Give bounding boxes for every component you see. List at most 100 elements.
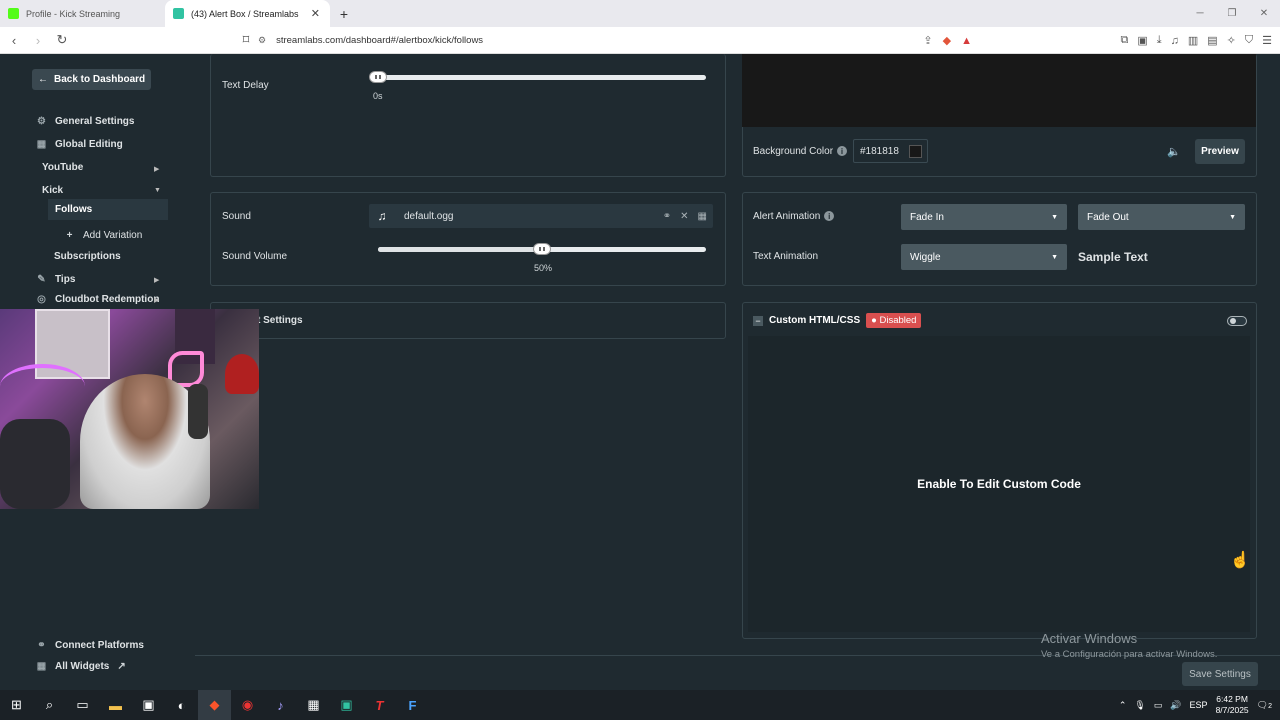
forward-icon[interactable]: ›: [28, 33, 48, 48]
microphone-icon[interactable]: 🎙: [1134, 700, 1145, 711]
alert-animation-label: Alert Animation i: [753, 211, 835, 222]
search-icon[interactable]: ⌕: [33, 690, 66, 720]
window-close-icon[interactable]: ✕: [1248, 0, 1280, 27]
alert-out-animation-select[interactable]: Fade Out ▼: [1078, 204, 1245, 230]
address-bar[interactable]: ⚙ streamlabs.com/dashboard#/alertbox/kic…: [258, 30, 976, 51]
brave-shield-icon[interactable]: ◆: [943, 34, 951, 47]
network-icon[interactable]: ▭: [1154, 700, 1163, 711]
link-icon[interactable]: ⚭: [663, 211, 671, 222]
app-red-icon[interactable]: ◉: [231, 690, 264, 720]
music-icon[interactable]: ♫: [1171, 35, 1179, 47]
tray-chevron-up-icon[interactable]: ⌃: [1119, 700, 1127, 711]
text-delay-slider[interactable]: [370, 72, 706, 82]
tag-icon: ✎: [37, 274, 46, 285]
music-note-icon: ♫: [377, 209, 387, 223]
wallet-icon[interactable]: ▣: [1137, 34, 1147, 47]
info-icon: i: [824, 211, 835, 222]
sidebar-item-all-widgets[interactable]: ▦ All Widgets ↗: [36, 661, 126, 672]
sidebar-icon[interactable]: ▥: [1188, 34, 1198, 47]
webcam-neon-light: [0, 364, 85, 409]
brave-browser-icon[interactable]: ◆: [198, 690, 231, 720]
bookmark-icon[interactable]: ⌑: [236, 32, 256, 48]
sidebar-item-kick[interactable]: Kick: [42, 185, 63, 196]
caret-down-icon: ▼: [1229, 213, 1236, 221]
background-color-field[interactable]: #181818: [853, 139, 928, 163]
color-swatch[interactable]: [909, 144, 922, 158]
wallet2-icon[interactable]: ▤: [1207, 34, 1217, 47]
app-tf-icon[interactable]: T: [363, 690, 396, 720]
calculator-icon[interactable]: ▦: [297, 690, 330, 720]
custom-code-header: − Custom HTML/CSS ● Disabled: [753, 313, 922, 328]
vpn-icon[interactable]: ⛉: [1245, 34, 1253, 47]
webcam-microphone: [188, 384, 208, 439]
restore-icon[interactable]: ❐: [1216, 0, 1248, 27]
download-icon[interactable]: ⤓: [1157, 34, 1162, 47]
webcam-chair: [0, 419, 70, 509]
alert-in-animation-select[interactable]: Fade In ▼: [901, 204, 1067, 230]
start-icon[interactable]: ⊞: [0, 690, 33, 720]
text-animation-select[interactable]: Wiggle ▼: [901, 244, 1067, 270]
sidebar-item-youtube[interactable]: YouTube: [42, 162, 83, 173]
tab-alert-box[interactable]: (43) Alert Box / Streamlabs ✕: [165, 0, 330, 27]
tab-title: (43) Alert Box / Streamlabs: [191, 8, 299, 19]
sidebar-item-tips[interactable]: ✎ Tips: [36, 274, 75, 285]
back-to-dashboard-button[interactable]: ← Back to Dashboard: [32, 69, 152, 90]
language-indicator[interactable]: ESP: [1190, 700, 1208, 710]
text-animation-label: Text Animation: [753, 251, 819, 262]
custom-code-toggle[interactable]: [1227, 316, 1247, 326]
sound-file-field[interactable]: ♫ default.ogg ⚭ ✕ ▦: [369, 204, 713, 228]
sound-volume-label: Sound Volume: [222, 251, 288, 262]
alert-preview-area: [742, 54, 1256, 127]
extensions-icon[interactable]: ⧉: [1120, 34, 1128, 47]
task-view-icon[interactable]: ▭: [66, 690, 99, 720]
caret-down-icon: ▼: [1051, 253, 1058, 261]
tab-kick-profile[interactable]: Profile - Kick Streaming: [0, 0, 165, 27]
app-green-icon[interactable]: ▣: [330, 690, 363, 720]
streamlabs-favicon-icon: [173, 8, 184, 19]
preview-button[interactable]: Preview: [1195, 139, 1245, 164]
site-info-icon[interactable]: ⚙: [258, 35, 266, 46]
menu-icon[interactable]: ☰: [1262, 34, 1272, 47]
sidebar-item-global-editing[interactable]: ▦ Global Editing: [36, 139, 123, 150]
clock[interactable]: 6:42 PM 8/7/2025: [1216, 694, 1249, 716]
share-icon[interactable]: ⇪: [923, 34, 932, 47]
sidebar-item-subscriptions[interactable]: Subscriptions: [54, 251, 121, 262]
external-link-icon: ↗: [117, 661, 126, 672]
sidebar-item-general-settings[interactable]: ⚙ General Settings: [36, 116, 134, 127]
text-delay-panel: [210, 54, 726, 177]
save-settings-button[interactable]: Save Settings: [1182, 662, 1258, 686]
app-purple-icon[interactable]: ♪: [264, 690, 297, 720]
rewards-icon[interactable]: ▲: [961, 35, 972, 47]
speaker-icon[interactable]: 🔈: [1167, 145, 1181, 158]
back-icon[interactable]: ‹: [4, 33, 24, 48]
windows-activation-watermark: Activar Windows Ve a Configuración para …: [1041, 631, 1218, 660]
background-color-label: Background Color i: [753, 146, 848, 157]
text-delay-slider-handle[interactable]: [370, 72, 386, 82]
sound-volume-slider[interactable]: [378, 244, 706, 254]
sidebar-item-cloudbot[interactable]: ◎ Cloudbot Redemption: [36, 294, 159, 305]
minimize-icon[interactable]: ─: [1184, 0, 1216, 27]
volume-icon[interactable]: 🔊: [1170, 700, 1181, 711]
sidebar-item-connect-platforms[interactable]: ⚭ Connect Platforms: [36, 640, 144, 651]
close-tab-icon[interactable]: ✕: [311, 7, 320, 20]
collapse-icon[interactable]: −: [753, 315, 763, 326]
leo-icon[interactable]: ✧: [1227, 34, 1236, 47]
chevron-right-icon: ▶: [154, 166, 160, 173]
new-tab-button[interactable]: +: [330, 0, 358, 27]
app-icon[interactable]: ◐: [165, 690, 198, 720]
sidebar-item-follows[interactable]: Follows: [48, 199, 168, 220]
plus-icon: +: [66, 230, 73, 241]
add-variation-button[interactable]: + Add Variation: [64, 230, 143, 241]
link-icon: ⚭: [37, 640, 46, 651]
app-f-icon[interactable]: F: [396, 690, 429, 720]
reload-icon[interactable]: ↻: [52, 32, 72, 48]
notifications-icon[interactable]: 🗨2: [1257, 700, 1272, 711]
clear-icon[interactable]: ✕: [680, 211, 688, 222]
store-icon[interactable]: ▣: [132, 690, 165, 720]
library-grid-icon[interactable]: ▦: [698, 211, 707, 222]
text-delay-value: 0s: [373, 91, 383, 101]
system-tray: ⌃ 🎙 ▭ 🔊 ESP 6:42 PM 8/7/2025 🗨2: [1119, 690, 1280, 720]
sound-volume-slider-handle[interactable]: [534, 244, 550, 254]
url-text: streamlabs.com/dashboard#/alertbox/kick/…: [276, 35, 484, 46]
file-explorer-icon[interactable]: ▬: [99, 690, 132, 720]
